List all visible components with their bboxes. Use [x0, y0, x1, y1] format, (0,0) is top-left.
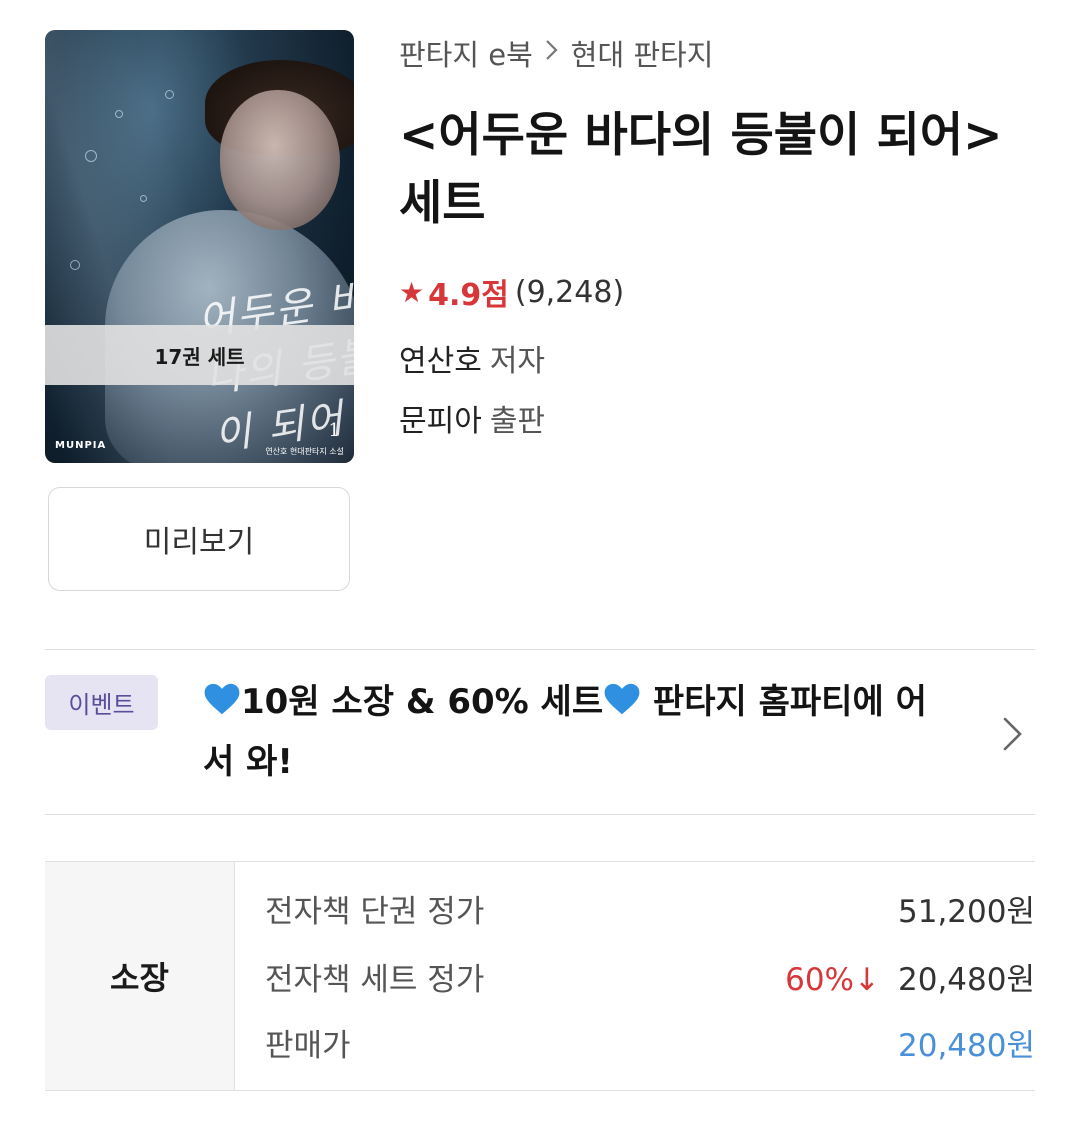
ownership-label: 소장 — [45, 862, 235, 1090]
preview-button[interactable]: 미리보기 — [48, 487, 350, 591]
cover-figure-face — [220, 90, 340, 230]
rating: ★ 4.9점 (9,248) — [399, 270, 624, 314]
chevron-right-icon[interactable] — [1002, 716, 1024, 752]
price-row-value: 51,200원 — [898, 893, 1035, 930]
publisher-name[interactable]: 문피아 — [399, 404, 482, 439]
event-text-part1: 10원 소장 & 60% 세트 — [241, 682, 604, 722]
price-row: 전자책 단권 정가 51,200원 — [265, 878, 1035, 938]
cover-bubble — [70, 260, 80, 270]
book-title: <어두운 바다의 등불이 되어> 세트 — [399, 108, 1003, 231]
set-count-badge: 17권 세트 — [45, 325, 354, 385]
author-name[interactable]: 연산호 — [399, 344, 482, 379]
cover-bubble — [140, 195, 147, 202]
author-line: 연산호 저자 — [399, 336, 545, 380]
event-text-part2: 판타지 홈파티에 어 — [641, 682, 927, 722]
cover-publisher-logo: MUNPIA — [55, 440, 107, 451]
event-banner-text[interactable]: 10원 소장 & 60% 세트 판타지 홈파티에 어서 와! — [203, 672, 963, 792]
author-role: 저자 — [489, 344, 546, 379]
sale-price: 20,480원 — [898, 1027, 1035, 1064]
cover-bubble — [85, 150, 97, 162]
price-row: 판매가 20,480원 — [265, 1012, 1035, 1072]
publisher-role: 출판 — [489, 404, 546, 439]
cover-author-line: 연산호 현대판타지 소설 — [265, 447, 344, 456]
discount-rate: 60%↓ — [785, 961, 880, 998]
cover-volume-number: 1 — [328, 420, 340, 441]
breadcrumb-subcategory[interactable]: 현대 판타지 — [571, 32, 714, 74]
price-row-label: 전자책 단권 정가 — [265, 893, 485, 930]
cover-bubble — [165, 90, 174, 99]
cover-bubble — [115, 110, 123, 118]
event-badge: 이벤트 — [45, 675, 158, 730]
blue-heart-icon — [604, 683, 640, 715]
breadcrumb: 판타지 e북 현대 판타지 — [399, 32, 713, 74]
blue-heart-icon — [204, 683, 240, 715]
chevron-right-icon — [545, 39, 559, 67]
price-row-label: 전자책 세트 정가 — [265, 961, 485, 998]
price-row-value: 20,480원 — [898, 961, 1035, 998]
rating-score: 4.9점 — [428, 278, 509, 313]
star-icon: ★ — [399, 275, 425, 309]
book-cover[interactable]: 어두운 바다의 등불이 되어 17권 세트 1 MUNPIA 연산호 현대판타지… — [45, 30, 354, 463]
price-row-label: 판매가 — [265, 1027, 351, 1064]
price-row: 전자책 세트 정가 60%↓ 20,480원 — [265, 946, 1035, 1006]
price-table: 소장 전자책 단권 정가 51,200원 전자책 세트 정가 60%↓ 20,48… — [45, 861, 1035, 1091]
divider — [45, 649, 1035, 650]
publisher-line: 문피아 출판 — [399, 396, 545, 440]
event-text-part3: 서 와! — [203, 742, 293, 782]
breadcrumb-category[interactable]: 판타지 e북 — [399, 32, 533, 74]
divider — [45, 814, 1035, 815]
rating-count: (9,248) — [514, 274, 625, 310]
